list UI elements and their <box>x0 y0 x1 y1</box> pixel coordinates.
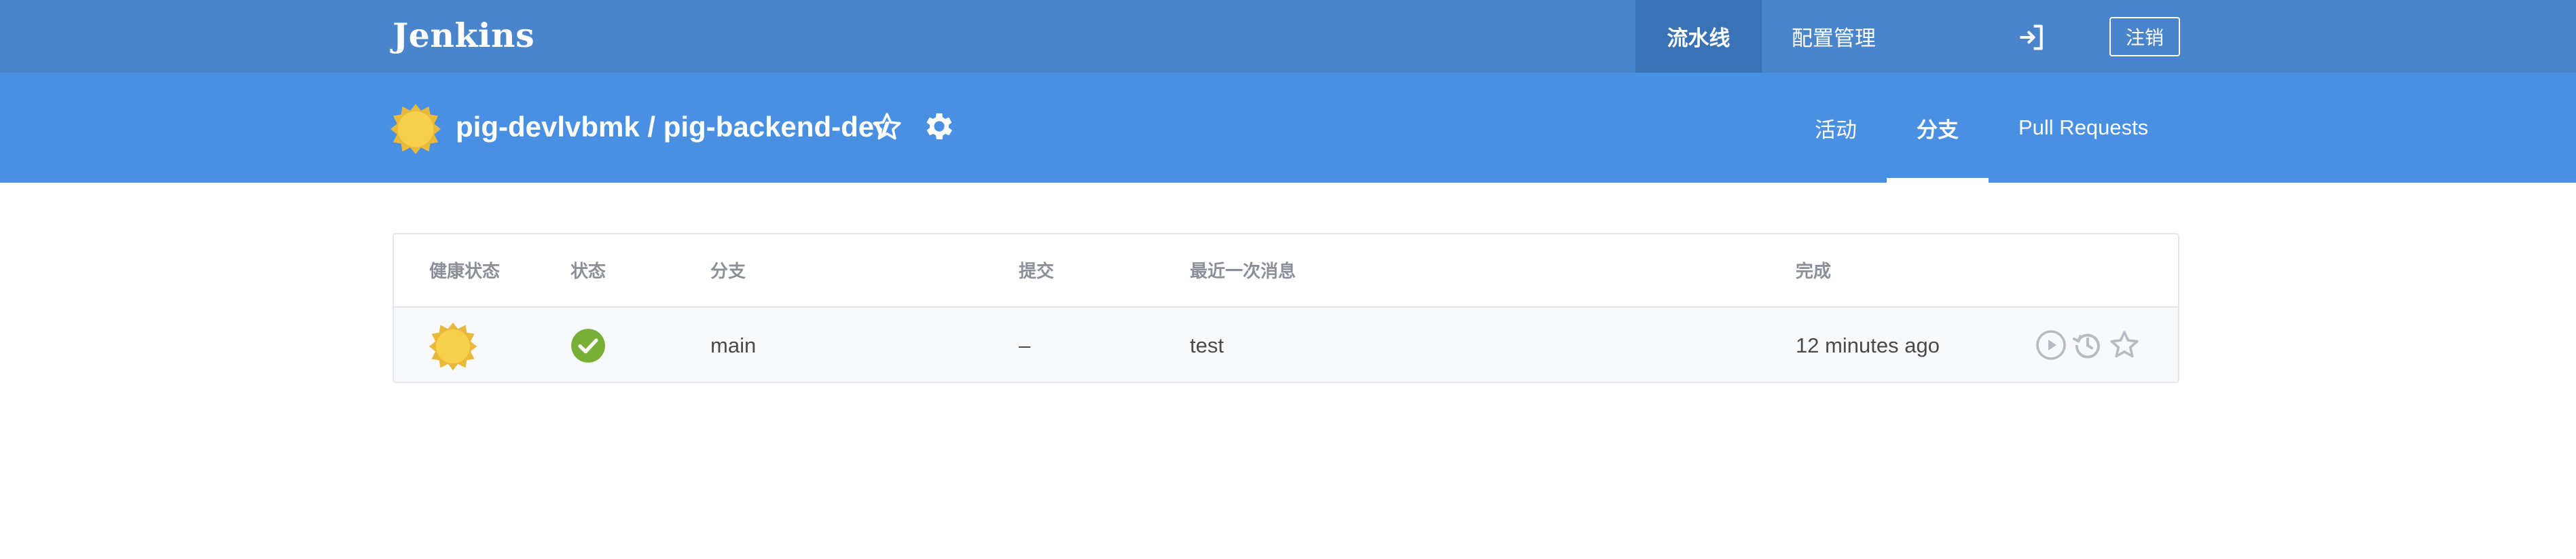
jenkins-logo[interactable]: Jenkins <box>393 15 534 56</box>
completed-time: 12 minutes ago <box>1796 333 1940 357</box>
sunny-weather-icon <box>390 103 441 155</box>
nav-pipelines[interactable]: 流水线 <box>1635 0 1762 73</box>
pipeline-title[interactable]: pig-devlvbmk / pig-backend-dev <box>456 107 890 147</box>
pipeline-tabs: 活动 分支 Pull Requests <box>1785 73 2178 183</box>
column-header-commit: 提交 <box>1019 261 1055 281</box>
column-header-status: 状态 <box>570 261 606 281</box>
top-header: Jenkins 流水线 配置管理 注销 <box>0 0 2576 73</box>
tab-activity[interactable]: 活动 <box>1785 73 1887 183</box>
gear-icon[interactable] <box>922 109 957 144</box>
branch-name[interactable]: main <box>710 331 756 361</box>
column-header-branch: 分支 <box>710 261 746 281</box>
sign-out-icon[interactable] <box>2016 22 2046 52</box>
column-header-completed: 完成 <box>1796 261 1832 281</box>
column-header-message: 最近一次消息 <box>1190 261 1296 281</box>
run-play-icon[interactable] <box>2035 329 2067 361</box>
success-check-icon <box>571 329 605 363</box>
nav-administration[interactable]: 配置管理 <box>1762 0 1906 73</box>
star-outline-icon[interactable] <box>871 111 903 143</box>
branches-table: 健康状态 状态 分支 提交 最近一次消息 完成 main – test 12 m… <box>393 233 2179 383</box>
top-nav: 流水线 配置管理 <box>1635 0 1906 73</box>
table-row[interactable]: main – test 12 minutes ago <box>394 308 2178 382</box>
column-header-health: 健康状态 <box>429 261 501 281</box>
commit-id: – <box>1019 333 1031 357</box>
favorite-star-icon[interactable] <box>2108 329 2141 361</box>
replay-history-icon[interactable] <box>2071 329 2104 361</box>
tab-branches[interactable]: 分支 <box>1887 73 1989 183</box>
tab-pull-requests[interactable]: Pull Requests <box>1989 73 2178 183</box>
table-header: 健康状态 状态 分支 提交 最近一次消息 完成 <box>394 234 2178 308</box>
pipeline-header: pig-devlvbmk / pig-backend-dev 活动 分支 Pul… <box>0 73 2576 183</box>
last-message: test <box>1190 333 1224 357</box>
logout-button[interactable]: 注销 <box>2109 17 2180 56</box>
sunny-weather-icon <box>429 322 477 371</box>
